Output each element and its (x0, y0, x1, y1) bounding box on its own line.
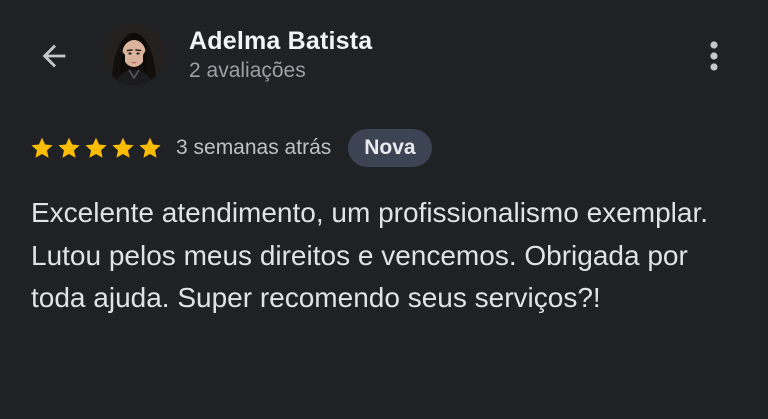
reviewer-header: Adelma Batista 2 avaliações (0, 0, 768, 110)
star-rating (30, 136, 162, 160)
more-vert-icon (710, 41, 718, 71)
star-icon (112, 137, 134, 158)
profile-photo (103, 23, 165, 85)
review-meta-row: 3 semanas atrás Nova (30, 128, 432, 168)
avatar[interactable] (103, 23, 165, 85)
back-button[interactable] (32, 34, 76, 78)
review-text: Excelente atendimento, um profissionalis… (31, 197, 709, 313)
review-date: 3 semanas atrás (176, 136, 332, 159)
star-icon (58, 137, 80, 158)
reviewer-review-count: 2 avaliações (189, 59, 306, 82)
star-icon (139, 137, 161, 158)
reviewer-name[interactable]: Adelma Batista (189, 27, 372, 56)
more-options-button[interactable] (694, 34, 734, 78)
new-badge: Nova (348, 129, 432, 167)
star-icon (31, 137, 53, 158)
arrow-left-icon (42, 44, 66, 68)
star-icon (85, 137, 107, 158)
review-detail-screen: Adelma Batista 2 avaliações 3 semanas at… (0, 0, 768, 419)
